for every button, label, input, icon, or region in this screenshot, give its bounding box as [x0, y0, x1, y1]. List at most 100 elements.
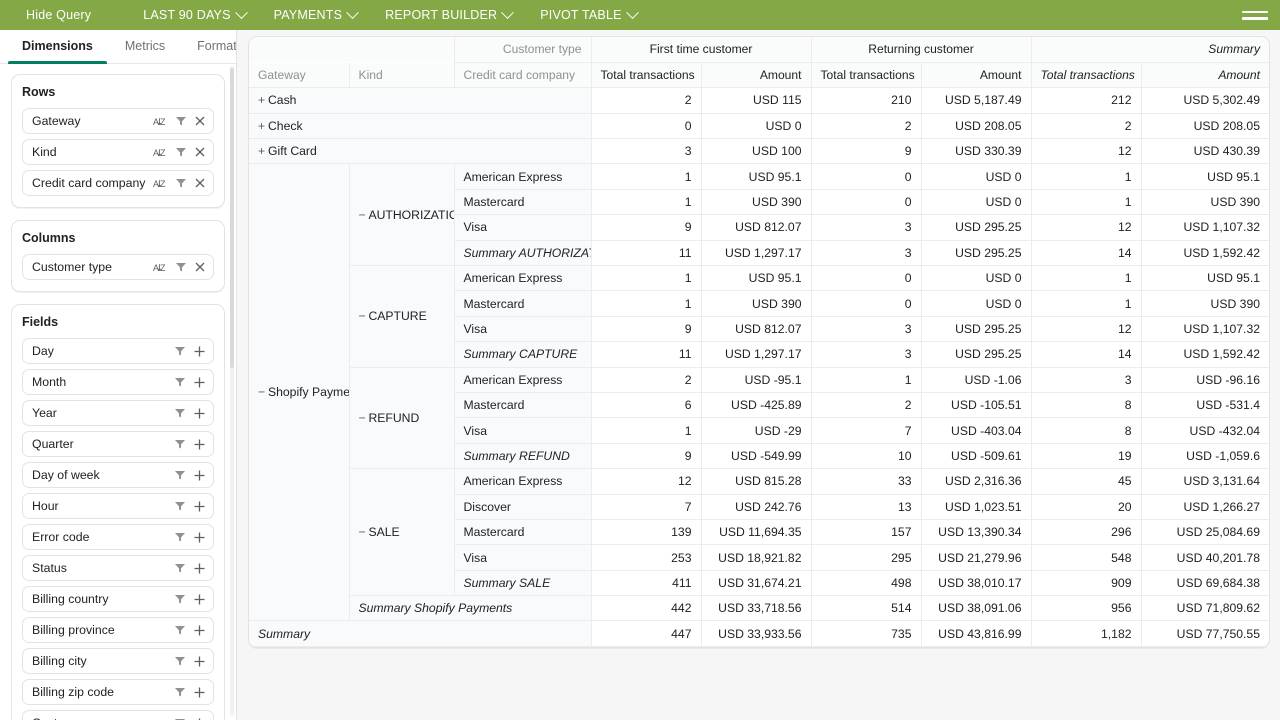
add-plus-icon[interactable]	[193, 469, 206, 482]
row-chip-kind[interactable]: Kind AZ	[22, 139, 214, 165]
tab-dimensions[interactable]: Dimensions	[8, 30, 107, 64]
collapse-toggle-icon[interactable]: −	[359, 525, 369, 539]
sort-az-icon[interactable]: AZ	[153, 115, 168, 128]
metric-header-ft-amount[interactable]: Amount	[701, 62, 811, 87]
add-plus-icon[interactable]	[193, 562, 206, 575]
table-row[interactable]: −REFUNDAmerican Express2USD -95.11USD -1…	[249, 367, 1269, 392]
close-x-icon[interactable]	[194, 261, 206, 273]
filter-funnel-icon[interactable]	[174, 438, 186, 450]
tab-format[interactable]: Format	[183, 30, 237, 64]
close-x-icon[interactable]	[194, 115, 206, 127]
field-chip[interactable]: Billing country	[22, 586, 214, 612]
column-chip-customer-type[interactable]: Customer type AZ	[22, 254, 214, 280]
filter-funnel-icon[interactable]	[175, 261, 187, 273]
kind-group-cell[interactable]: −AUTHORIZATION	[349, 164, 454, 266]
row-label-cell[interactable]: +Check	[249, 113, 591, 138]
filter-funnel-icon[interactable]	[174, 345, 186, 357]
row-label-cell[interactable]: +Cash	[249, 88, 591, 113]
add-plus-icon[interactable]	[193, 376, 206, 389]
expand-toggle-icon[interactable]: +	[258, 93, 268, 107]
sort-az-icon[interactable]: AZ	[153, 177, 168, 190]
field-chip[interactable]: Billing province	[22, 617, 214, 643]
filter-funnel-icon[interactable]	[175, 177, 187, 189]
cell-value: 12	[1031, 139, 1141, 164]
filter-funnel-icon[interactable]	[174, 531, 186, 543]
filter-funnel-icon[interactable]	[174, 655, 186, 667]
sort-az-icon[interactable]: AZ	[153, 261, 168, 274]
collapse-toggle-icon[interactable]: −	[359, 411, 369, 425]
expand-toggle-icon[interactable]: +	[258, 144, 268, 158]
report-builder-selector[interactable]: REPORT BUILDER	[371, 0, 526, 30]
collapse-toggle-icon[interactable]: −	[258, 385, 268, 399]
filter-funnel-icon[interactable]	[174, 376, 186, 388]
add-plus-icon[interactable]	[193, 500, 206, 513]
kind-group-cell[interactable]: −REFUND	[349, 367, 454, 469]
cell-value: USD 95.1	[1141, 266, 1269, 291]
kind-group-cell[interactable]: −CAPTURE	[349, 266, 454, 368]
table-row[interactable]: +Cash2USD 115210USD 5,187.49212USD 5,302…	[249, 88, 1269, 113]
field-chip[interactable]: Year	[22, 400, 214, 426]
metric-header-ft-total-transactions[interactable]: Total transactions	[591, 62, 701, 87]
add-plus-icon[interactable]	[193, 686, 206, 699]
add-plus-icon[interactable]	[193, 407, 206, 420]
metric-header-rc-total-transactions[interactable]: Total transactions	[811, 62, 921, 87]
hide-query-button[interactable]: Hide Query	[0, 0, 129, 30]
filter-funnel-icon[interactable]	[174, 624, 186, 636]
sort-az-icon[interactable]: AZ	[153, 146, 168, 159]
add-plus-icon[interactable]	[193, 345, 206, 358]
row-dimension-header-gateway[interactable]: Gateway	[249, 62, 349, 87]
row-chip-gateway[interactable]: Gateway AZ	[22, 108, 214, 134]
column-group-first-time-customer[interactable]: First time customer	[591, 37, 811, 62]
gateway-group-cell[interactable]: −Shopify Payments	[249, 164, 349, 621]
filter-funnel-icon[interactable]	[175, 146, 187, 158]
pivot-table-selector[interactable]: PIVOT TABLE	[526, 0, 650, 30]
table-row[interactable]: −SALEAmerican Express12USD 815.2833USD 2…	[249, 469, 1269, 494]
hamburger-menu-icon[interactable]	[1242, 4, 1268, 26]
svg-text:Z: Z	[160, 117, 166, 127]
add-plus-icon[interactable]	[193, 593, 206, 606]
field-chip[interactable]: Customer name	[22, 710, 214, 720]
collapse-toggle-icon[interactable]: −	[359, 208, 369, 222]
add-plus-icon[interactable]	[193, 438, 206, 451]
tab-metrics[interactable]: Metrics	[111, 30, 179, 64]
column-group-returning-customer[interactable]: Returning customer	[811, 37, 1031, 62]
row-label-cell[interactable]: +Gift Card	[249, 139, 591, 164]
field-chip[interactable]: Hour	[22, 493, 214, 519]
table-row[interactable]: −CAPTUREAmerican Express1USD 95.10USD 01…	[249, 266, 1269, 291]
filter-funnel-icon[interactable]	[174, 593, 186, 605]
filter-funnel-icon[interactable]	[174, 686, 186, 698]
filter-funnel-icon[interactable]	[174, 407, 186, 419]
row-chip-credit-card-company[interactable]: Credit card company AZ	[22, 170, 214, 196]
filter-funnel-icon[interactable]	[175, 115, 187, 127]
collapse-toggle-icon[interactable]: −	[359, 309, 369, 323]
add-plus-icon[interactable]	[193, 655, 206, 668]
field-chip[interactable]: Billing city	[22, 648, 214, 674]
metric-header-rc-amount[interactable]: Amount	[921, 62, 1031, 87]
kind-group-cell[interactable]: −SALE	[349, 469, 454, 596]
row-dimension-header-kind[interactable]: Kind	[349, 62, 454, 87]
field-chip[interactable]: Day	[22, 338, 214, 364]
close-x-icon[interactable]	[194, 177, 206, 189]
table-row[interactable]: +Check0USD 02USD 208.052USD 208.05	[249, 113, 1269, 138]
add-plus-icon[interactable]	[193, 624, 206, 637]
close-x-icon[interactable]	[194, 146, 206, 158]
field-chip[interactable]: Day of week	[22, 462, 214, 488]
field-chip[interactable]: Error code	[22, 524, 214, 550]
field-chip[interactable]: Quarter	[22, 431, 214, 457]
cell-value: USD 295.25	[921, 316, 1031, 341]
payments-selector[interactable]: PAYMENTS	[260, 0, 372, 30]
filter-funnel-icon[interactable]	[174, 469, 186, 481]
field-chip[interactable]: Month	[22, 369, 214, 395]
add-plus-icon[interactable]	[193, 717, 206, 720]
field-chip[interactable]: Billing zip code	[22, 679, 214, 705]
field-chip[interactable]: Status	[22, 555, 214, 581]
table-row[interactable]: +Gift Card3USD 1009USD 330.3912USD 430.3…	[249, 139, 1269, 164]
row-dimension-header-credit-card-company[interactable]: Credit card company	[454, 62, 591, 87]
filter-funnel-icon[interactable]	[174, 562, 186, 574]
add-plus-icon[interactable]	[193, 531, 206, 544]
table-row[interactable]: −Shopify Payments−AUTHORIZATIONAmerican …	[249, 164, 1269, 189]
expand-toggle-icon[interactable]: +	[258, 119, 268, 133]
date-range-selector[interactable]: LAST 90 DAYS	[129, 0, 259, 30]
sidebar-scrollbar-thumb[interactable]	[230, 68, 234, 368]
filter-funnel-icon[interactable]	[174, 500, 186, 512]
